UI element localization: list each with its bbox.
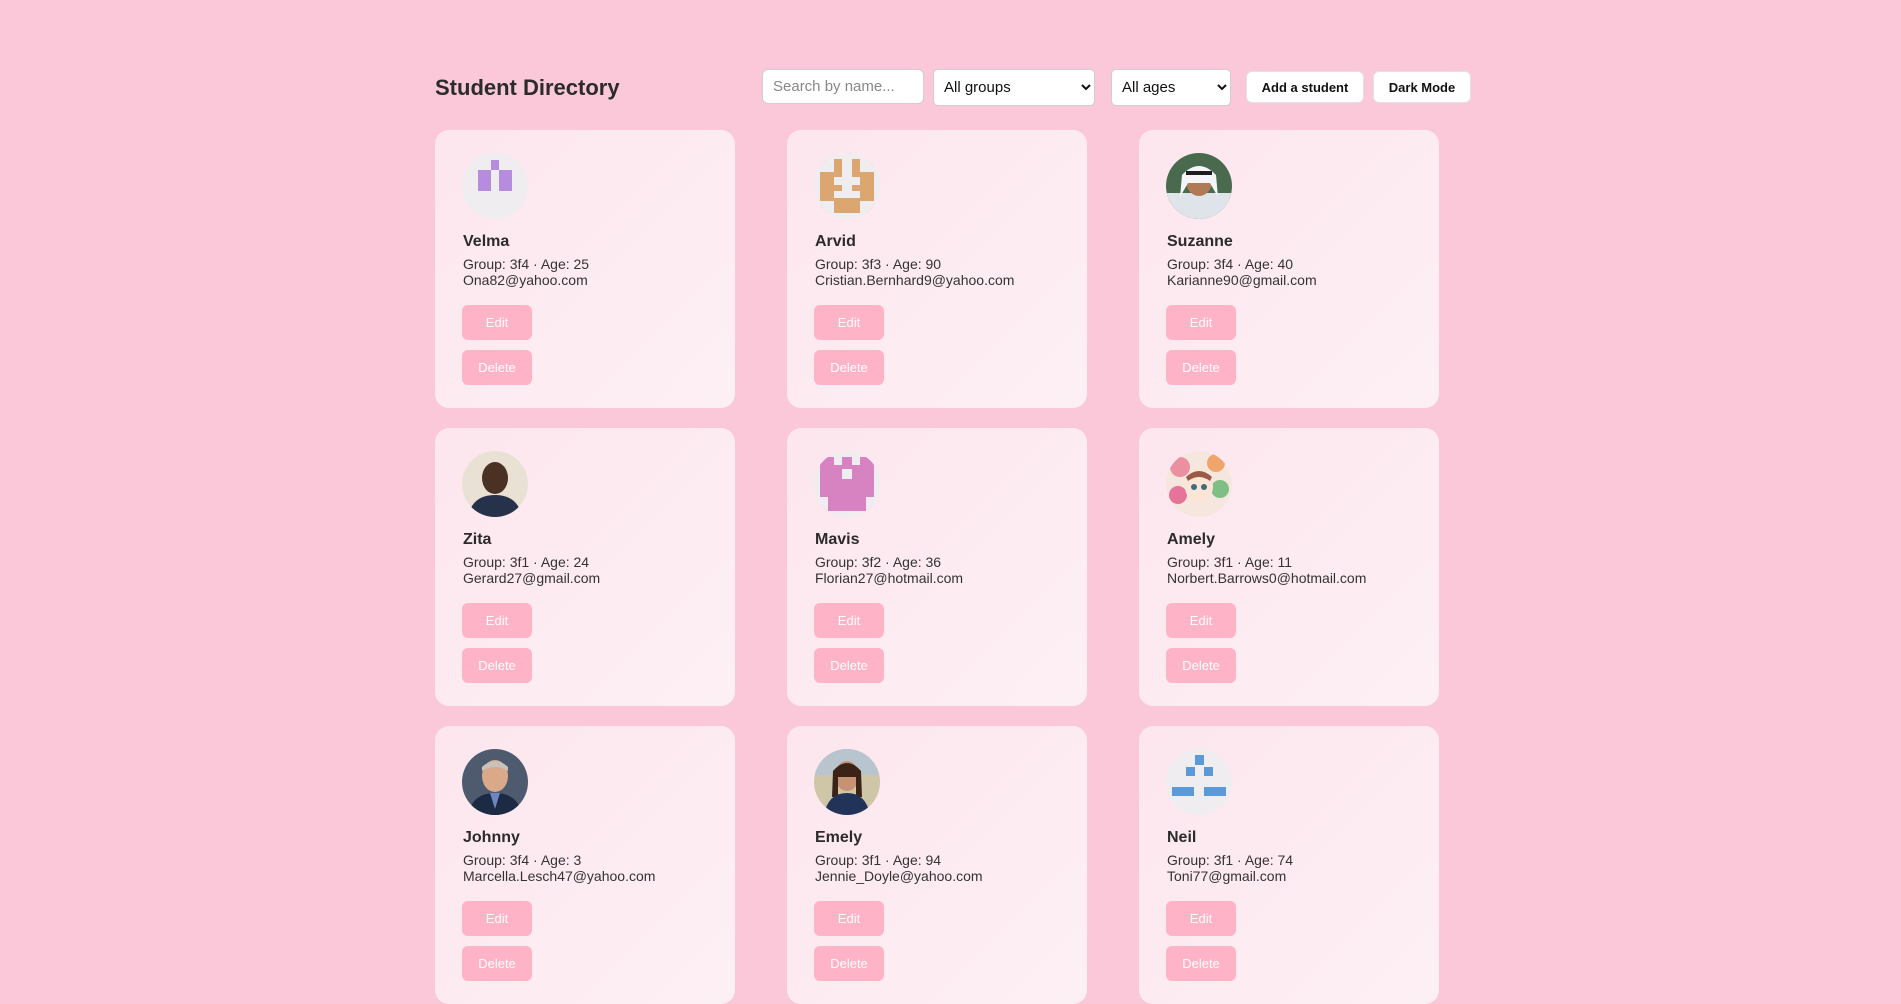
student-email: Norbert.Barrows0@hotmail.com [1167, 570, 1367, 586]
edit-button[interactable]: Edit [462, 305, 532, 340]
student-card: Neil Group: 3f1 · Age: 74 Toni77@gmail.c… [1139, 726, 1439, 1004]
edit-button[interactable]: Edit [1166, 305, 1236, 340]
add-student-button[interactable]: Add a student [1246, 71, 1364, 103]
student-meta: Group: 3f1 · Age: 74 [1167, 852, 1294, 868]
delete-button[interactable]: Delete [462, 946, 532, 981]
student-name: Emely [815, 829, 863, 846]
identicon-tan-icon [814, 153, 880, 219]
delete-button[interactable]: Delete [1166, 648, 1236, 683]
delete-button[interactable]: Delete [1166, 946, 1236, 981]
edit-button[interactable]: Edit [462, 901, 532, 936]
edit-button[interactable]: Edit [814, 603, 884, 638]
photo-man-smiling-icon [462, 451, 528, 517]
student-name: Johnny [463, 829, 520, 846]
illustration-floral-girl-icon [1166, 451, 1232, 517]
student-card: Velma Group: 3f4 · Age: 25 Ona82@yahoo.c… [435, 130, 735, 408]
student-email: Karianne90@gmail.com [1167, 272, 1317, 288]
student-card: Amely Group: 3f1 · Age: 11 Norbert.Barro… [1139, 428, 1439, 706]
photo-woman-outdoor-icon [814, 749, 880, 815]
delete-button[interactable]: Delete [814, 648, 884, 683]
student-meta: Group: 3f1 · Age: 24 [463, 554, 590, 570]
edit-button[interactable]: Edit [1166, 603, 1236, 638]
page-title: Student Directory [435, 75, 620, 100]
student-email: Ona82@yahoo.com [463, 272, 588, 288]
delete-button[interactable]: Delete [462, 648, 532, 683]
age-filter-select[interactable]: All ages [1111, 69, 1231, 106]
identicon-blue-icon [1166, 749, 1232, 815]
photo-man-suit-icon [462, 749, 528, 815]
student-card: Arvid Group: 3f3 · Age: 90 Cristian.Bern… [787, 130, 1087, 408]
student-card: Mavis Group: 3f2 · Age: 36 Florian27@hot… [787, 428, 1087, 706]
delete-button[interactable]: Delete [462, 350, 532, 385]
delete-button[interactable]: Delete [814, 350, 884, 385]
student-name: Amely [1167, 531, 1216, 548]
edit-button[interactable]: Edit [814, 901, 884, 936]
student-card: Johnny Group: 3f4 · Age: 3 Marcella.Lesc… [435, 726, 735, 1004]
student-email: Florian27@hotmail.com [815, 570, 964, 586]
student-name: Mavis [815, 531, 860, 548]
student-meta: Group: 3f3 · Age: 90 [815, 256, 942, 272]
edit-button[interactable]: Edit [1166, 901, 1236, 936]
identicon-purple-icon [462, 153, 528, 219]
header-bar: Student Directory All groups All ages Ad… [435, 69, 1471, 107]
student-name: Suzanne [1167, 233, 1233, 250]
student-card: Emely Group: 3f1 · Age: 94 Jennie_Doyle@… [787, 726, 1087, 1004]
student-meta: Group: 3f4 · Age: 25 [463, 256, 590, 272]
search-input[interactable] [762, 69, 924, 104]
delete-button[interactable]: Delete [814, 946, 884, 981]
student-card: Zita Group: 3f1 · Age: 24 Gerard27@gmail… [435, 428, 735, 706]
delete-button[interactable]: Delete [1166, 350, 1236, 385]
student-email: Cristian.Bernhard9@yahoo.com [815, 272, 1015, 288]
student-meta: Group: 3f4 · Age: 3 [463, 852, 582, 868]
student-meta: Group: 3f4 · Age: 40 [1167, 256, 1294, 272]
student-name: Arvid [815, 233, 856, 250]
edit-button[interactable]: Edit [814, 305, 884, 340]
student-email: Marcella.Lesch47@yahoo.com [463, 868, 656, 884]
student-email: Gerard27@gmail.com [463, 570, 601, 586]
student-email: Toni77@gmail.com [1167, 868, 1287, 884]
student-name: Neil [1167, 829, 1197, 846]
identicon-pink-icon [814, 451, 880, 517]
student-meta: Group: 3f1 · Age: 94 [815, 852, 942, 868]
student-name: Velma [463, 233, 510, 250]
group-filter-select[interactable]: All groups [933, 69, 1095, 106]
student-card: Suzanne Group: 3f4 · Age: 40 Karianne90@… [1139, 130, 1439, 408]
edit-button[interactable]: Edit [462, 603, 532, 638]
photo-man-white-headdress-icon [1166, 153, 1232, 219]
dark-mode-button[interactable]: Dark Mode [1373, 71, 1471, 103]
student-meta: Group: 3f1 · Age: 11 [1167, 554, 1293, 570]
student-email: Jennie_Doyle@yahoo.com [815, 868, 983, 884]
student-name: Zita [463, 531, 492, 548]
student-meta: Group: 3f2 · Age: 36 [815, 554, 942, 570]
